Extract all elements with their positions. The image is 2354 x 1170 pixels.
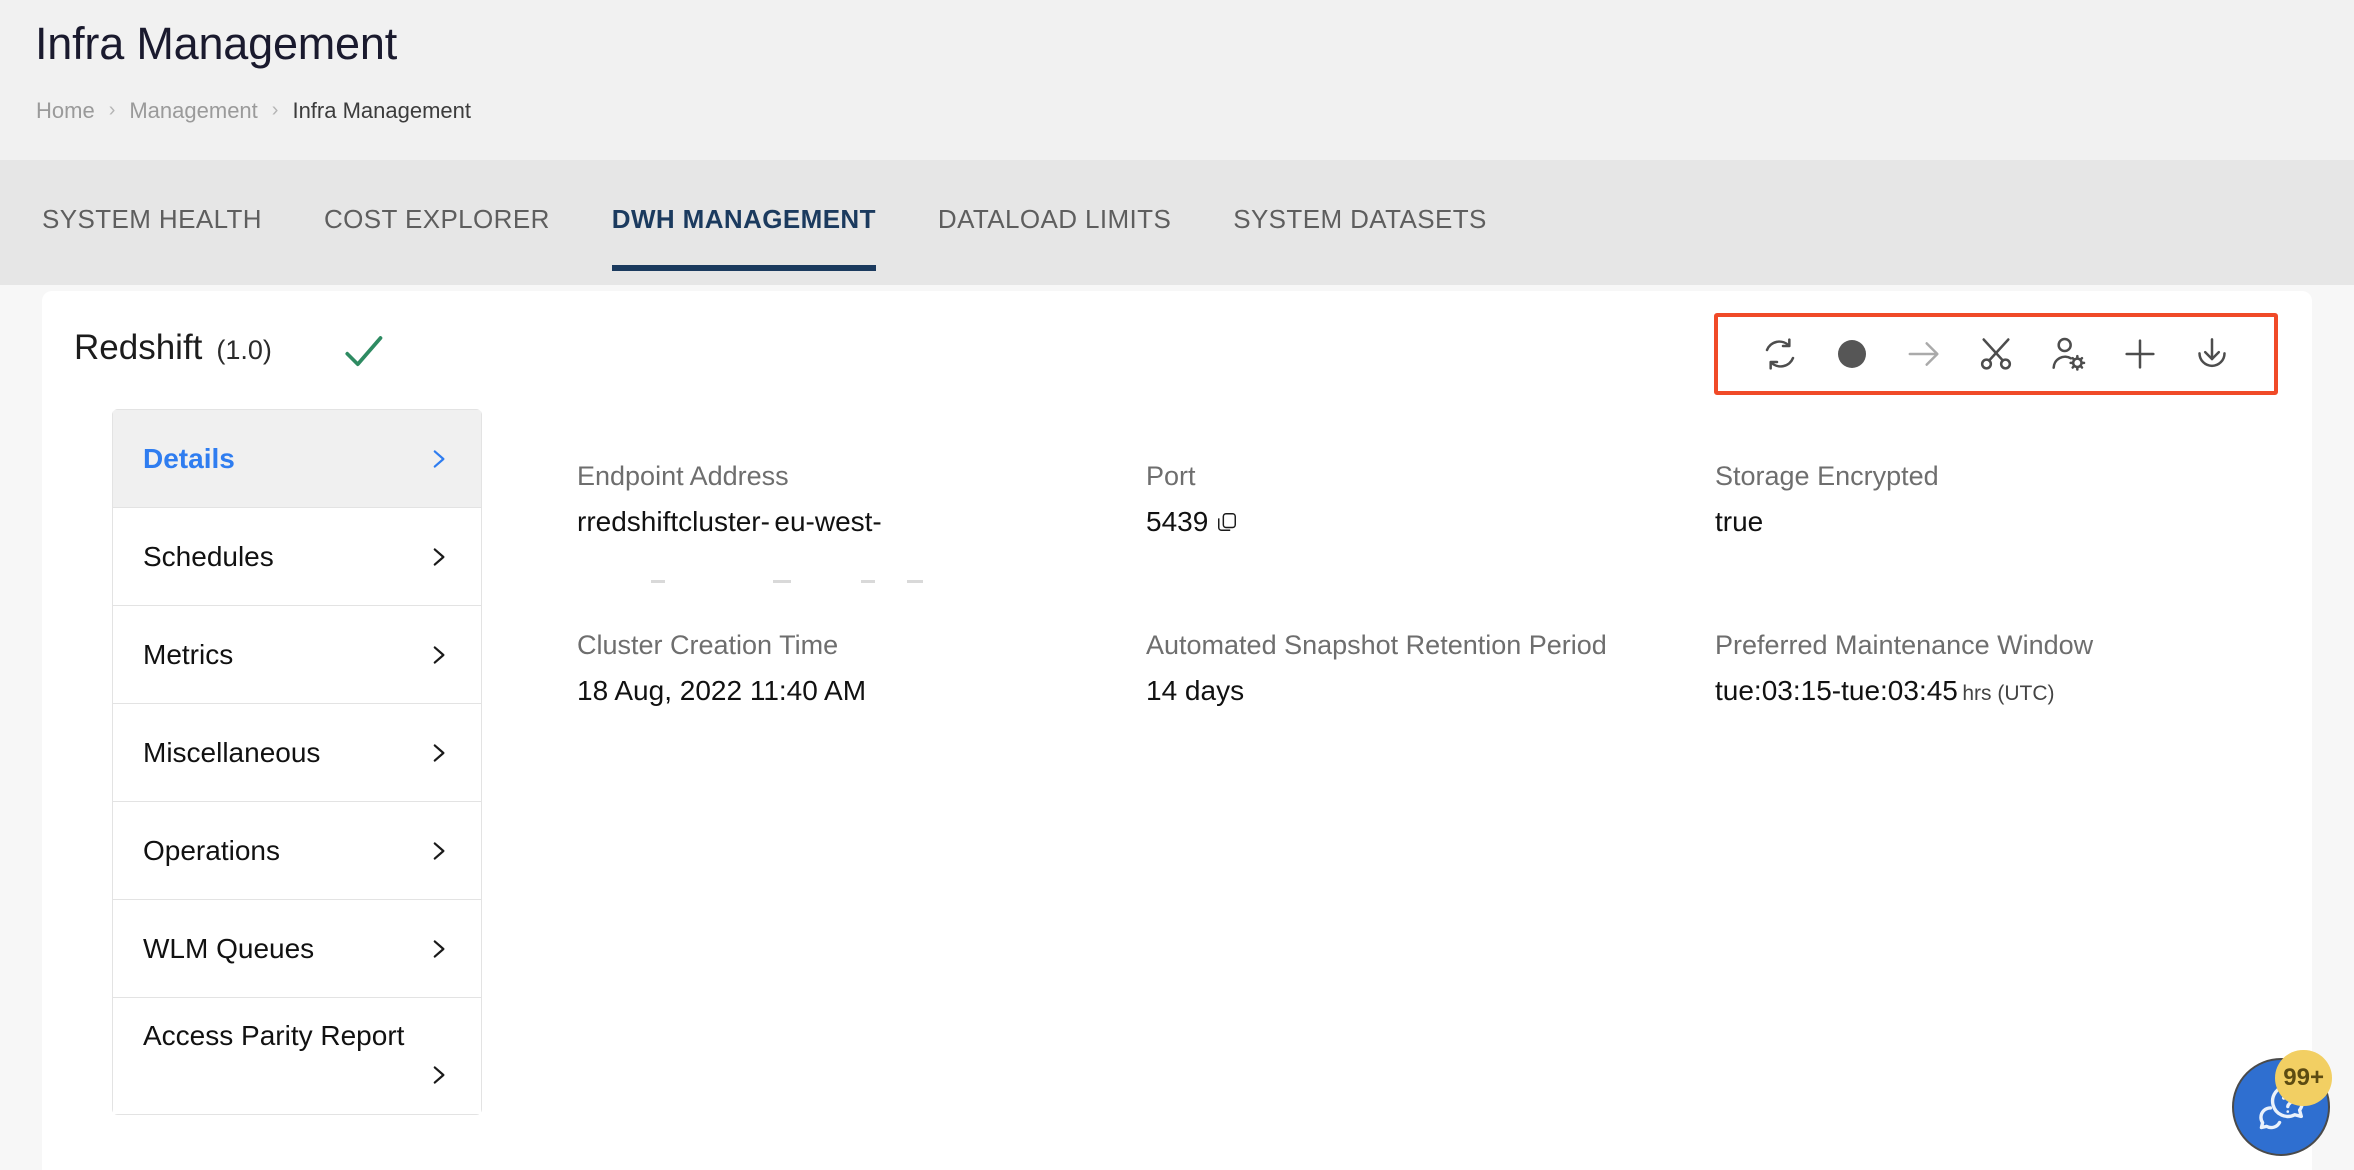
- tab-list: SYSTEM HEALTH COST EXPLORER DWH MANAGEME…: [42, 160, 1549, 285]
- sidebar-item-wlm-queues[interactable]: WLM Queues: [112, 899, 482, 997]
- field-value: true: [1715, 506, 1764, 537]
- check-icon: [345, 336, 383, 367]
- tab-dwh-management[interactable]: DWH MANAGEMENT: [611, 160, 877, 271]
- scissors-icon[interactable]: [1960, 327, 2032, 381]
- details-field-grid: Endpoint Address rredshiftcluster- eu-we…: [517, 409, 2284, 710]
- stop-circle-icon[interactable]: [1816, 327, 1888, 381]
- sidebar-item-label: Details: [143, 442, 235, 474]
- field-label: Storage Encrypted: [1715, 461, 1939, 491]
- field-value-wrapper: rredshiftcluster- eu-west-1.redshift.ama…: [577, 502, 1097, 588]
- sidebar-item-label: Access Parity Report: [143, 1020, 405, 1051]
- field-label: Cluster Creation Time: [577, 629, 839, 660]
- chevron-right-icon: [433, 939, 445, 958]
- tab-strip: SYSTEM HEALTH COST EXPLORER DWH MANAGEME…: [0, 160, 2354, 285]
- cluster-name: Redshift: [74, 328, 203, 367]
- sidebar-item-schedules[interactable]: Schedules: [112, 507, 482, 605]
- field-cluster-creation-time: Cluster Creation Time 18 Aug, 2022 11:40…: [577, 630, 1146, 711]
- cluster-section-nav: Details Schedules Metrics Miscellaneous …: [112, 409, 482, 1115]
- details-row-1: Endpoint Address rredshiftcluster- eu-we…: [577, 461, 2284, 588]
- sidebar-item-label: Metrics: [143, 638, 234, 670]
- chevron-right-icon: [433, 645, 445, 664]
- field-value: 14 days: [1146, 674, 1245, 706]
- details-row-2: Cluster Creation Time 18 Aug, 2022 11:40…: [577, 630, 2284, 711]
- page-header: Infra Management Home › Management › Inf…: [0, 0, 2354, 160]
- field-label: Endpoint Address: [577, 461, 789, 491]
- infra-management-page: Infra Management Home › Management › Inf…: [0, 0, 2354, 1170]
- field-snapshot-retention: Automated Snapshot Retention Period 14 d…: [1146, 630, 1715, 711]
- field-value-wrapper: 5439: [1146, 502, 1715, 542]
- field-maintenance-window: Preferred Maintenance Window tue:03:15-t…: [1715, 630, 2284, 711]
- help-unread-badge: 99+: [2275, 1050, 2332, 1106]
- chevron-right-icon: [433, 449, 445, 468]
- page-title: Infra Management: [35, 18, 398, 69]
- cluster-title: Redshift (1.0): [74, 328, 272, 368]
- refresh-icon[interactable]: [1744, 327, 1816, 381]
- sidebar-item-label: Schedules: [143, 540, 274, 572]
- arrow-right-icon[interactable]: [1888, 327, 1960, 381]
- endpoint-prefix: rredshiftcluster-: [577, 506, 770, 537]
- tab-dataload-limits[interactable]: DATALOAD LIMITS: [938, 160, 1171, 235]
- breadcrumb-item-management[interactable]: Management: [129, 98, 257, 124]
- chevron-right-icon: [433, 841, 445, 860]
- breadcrumb: Home › Management › Infra Management: [36, 98, 471, 124]
- copy-icon[interactable]: [1216, 510, 1238, 534]
- field-label: Port: [1146, 461, 1196, 491]
- sidebar-item-metrics[interactable]: Metrics: [112, 605, 482, 703]
- field-value-wrapper: tue:03:15-tue:03:45 hrs (UTC): [1715, 671, 2284, 711]
- field-value-wrapper: 18 Aug, 2022 11:40 AM: [577, 671, 1146, 711]
- chevron-right-icon: [433, 547, 445, 566]
- field-value: 5439: [1146, 506, 1209, 537]
- field-value-unit: hrs (UTC): [1962, 681, 2055, 705]
- breadcrumb-item-current: Infra Management: [292, 98, 471, 123]
- sidebar-item-label: Operations: [143, 834, 280, 866]
- sidebar-item-label: Miscellaneous: [143, 736, 321, 768]
- field-port: Port 5439: [1146, 461, 1715, 582]
- redaction-artifacts: [577, 580, 1007, 584]
- sidebar-item-label: WLM Queues: [143, 932, 315, 964]
- field-value: 18 Aug, 2022 11:40 AM: [577, 674, 867, 706]
- chevron-right-icon: ›: [271, 99, 279, 121]
- sidebar-item-access-parity-report[interactable]: Access Parity Report: [112, 997, 482, 1115]
- cluster-action-toolbar: [1714, 313, 2278, 395]
- sidebar-item-details[interactable]: Details: [112, 409, 482, 507]
- details-panel: Endpoint Address rredshiftcluster- eu-we…: [517, 409, 2284, 1170]
- cluster-card: Redshift (1.0) Details Schedules Metrics…: [42, 291, 2312, 1170]
- chevron-right-icon: [433, 1066, 445, 1084]
- tab-system-health[interactable]: SYSTEM HEALTH: [42, 160, 262, 235]
- chevron-right-icon: [433, 743, 445, 762]
- field-label: Preferred Maintenance Window: [1715, 629, 2094, 660]
- user-settings-icon[interactable]: [2032, 327, 2104, 381]
- breadcrumb-item-home[interactable]: Home: [36, 98, 95, 124]
- sidebar-item-operations[interactable]: Operations: [112, 801, 482, 899]
- cluster-card-header: Redshift (1.0): [42, 291, 2312, 409]
- field-value-wrapper: true: [1715, 502, 2284, 542]
- tab-cost-explorer[interactable]: COST EXPLORER: [324, 160, 550, 235]
- cluster-version: (1.0): [216, 335, 272, 365]
- field-value: tue:03:15-tue:03:45: [1715, 674, 1958, 706]
- field-value-wrapper: 14 days: [1146, 671, 1715, 711]
- help-chat-button[interactable]: 99+: [2232, 1050, 2332, 1156]
- tab-system-datasets[interactable]: SYSTEM DATASETS: [1233, 160, 1487, 235]
- chevron-right-icon: ›: [108, 99, 116, 121]
- sidebar-item-miscellaneous[interactable]: Miscellaneous: [112, 703, 482, 801]
- field-label: Automated Snapshot Retention Period: [1146, 629, 1607, 660]
- download-icon[interactable]: [2176, 327, 2248, 381]
- field-endpoint-address: Endpoint Address rredshiftcluster- eu-we…: [577, 461, 1146, 588]
- field-storage-encrypted: Storage Encrypted true: [1715, 461, 2284, 582]
- plus-icon[interactable]: [2104, 327, 2176, 381]
